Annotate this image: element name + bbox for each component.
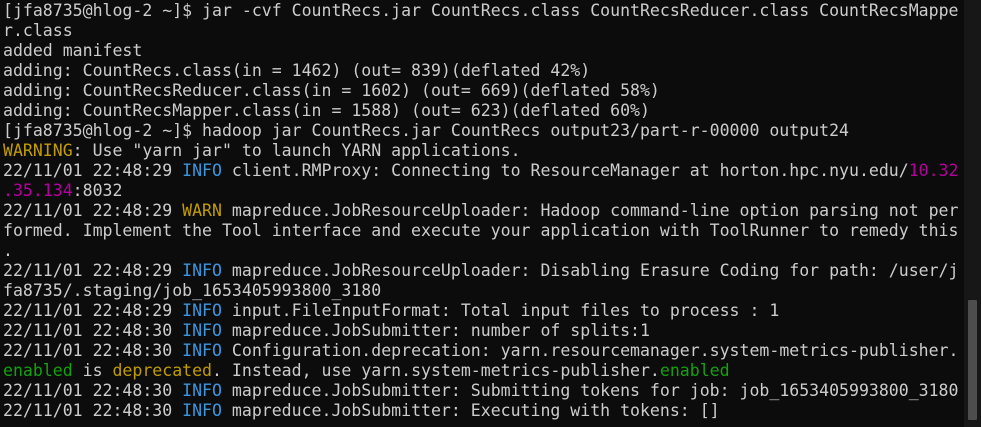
- highlighted-token: INFO: [182, 341, 222, 360]
- highlighted-token: WARN: [182, 201, 222, 220]
- output-text: [jfa8735@hlog-2 ~]$ jar: [3, 1, 242, 20]
- output-text: client.RMProxy: Connecting to ResourceMa…: [221, 161, 909, 180]
- terminal-line: [jfa8735@hlog-2 ~]$ hadoop jar CountRecs…: [3, 121, 965, 141]
- output-text: 22/11/01 22:48:30: [3, 401, 183, 420]
- terminal-line: r.class: [3, 21, 965, 41]
- output-text: 22/11/01 22:48:30: [3, 321, 183, 340]
- vertical-scrollbar[interactable]: [964, 0, 981, 427]
- highlighted-token: 10.32: [908, 161, 959, 180]
- output-text: :8032: [72, 181, 123, 200]
- output-text: . Instead, use yarn.system-metrics-publi…: [212, 361, 660, 380]
- highlighted-token: .35.134: [3, 181, 73, 200]
- output-text: 22/11/01 22:48:29: [3, 201, 183, 220]
- output-text: is: [72, 361, 113, 380]
- terminal-line: [jfa8735@hlog-2 ~]$ jar -cvf CountRecs.j…: [3, 1, 965, 21]
- output-text: fa8735/.staging/job_1653405993800_3180: [3, 281, 382, 300]
- output-text: adding: CountRecsMapper.class(in = 1588)…: [3, 101, 650, 120]
- highlighted-token: INFO: [182, 301, 222, 320]
- highlighted-token: deprecated: [112, 361, 213, 380]
- output-text: 22/11/01 22:48:29: [3, 261, 183, 280]
- output-text: -cvf: [241, 1, 282, 20]
- output-text: mapreduce.JobSubmitter: Executing with t…: [221, 401, 720, 420]
- terminal-line: .: [3, 241, 965, 261]
- terminal-line: 22/11/01 22:48:30 INFO mapreduce.JobSubm…: [3, 321, 965, 341]
- terminal-line: adding: CountRecs.class(in = 1462) (out=…: [3, 61, 965, 81]
- terminal-line: added manifest: [3, 41, 965, 61]
- output-text: [jfa8735@hlog-2 ~]$ hadoop jar CountRecs…: [3, 121, 849, 140]
- output-text: : Use "yarn jar" to launch YARN applicat…: [72, 141, 521, 160]
- highlighted-token: INFO: [182, 161, 222, 180]
- highlighted-token: INFO: [182, 401, 222, 420]
- output-text: CountRecs.jar CountRecs.class CountRecsR…: [281, 1, 959, 20]
- output-text: adding: CountRecsReducer.class(in = 1602…: [3, 81, 660, 100]
- terminal-line: 22/11/01 22:48:29 INFO client.RMProxy: C…: [3, 161, 965, 181]
- output-text: mapreduce.JobResourceUploader: Hadoop co…: [221, 201, 959, 220]
- terminal-line: 22/11/01 22:48:30 INFO Configuration.dep…: [3, 341, 965, 361]
- output-text: 22/11/01 22:48:29: [3, 161, 183, 180]
- terminal-line: fa8735/.staging/job_1653405993800_3180: [3, 281, 965, 301]
- output-text: mapreduce.JobSubmitter: Submitting token…: [221, 381, 959, 400]
- output-text: mapreduce.JobSubmitter: number of splits…: [221, 321, 650, 340]
- highlighted-token: INFO: [182, 321, 222, 340]
- terminal-output[interactable]: [jfa8735@hlog-2 ~]$ jar -cvf CountRecs.j…: [3, 1, 965, 427]
- terminal-window[interactable]: [jfa8735@hlog-2 ~]$ jar -cvf CountRecs.j…: [0, 0, 981, 427]
- highlighted-token: INFO: [182, 261, 222, 280]
- output-text: adding: CountRecs.class(in = 1462) (out=…: [3, 61, 591, 80]
- scrollbar-thumb[interactable]: [968, 300, 977, 420]
- terminal-line: 22/11/01 22:48:29 INFO mapreduce.JobReso…: [3, 261, 965, 281]
- terminal-line: 22/11/01 22:48:30 INFO mapreduce.JobSubm…: [3, 381, 965, 401]
- highlighted-token: WARNING: [3, 141, 73, 160]
- output-text: formed. Implement the Tool interface and…: [3, 221, 959, 240]
- highlighted-token: enabled: [3, 361, 73, 380]
- highlighted-token: INFO: [182, 381, 222, 400]
- terminal-line: formed. Implement the Tool interface and…: [3, 221, 965, 241]
- terminal-line: enabled is deprecated. Instead, use yarn…: [3, 361, 965, 381]
- output-text: mapreduce.JobResourceUploader: Disabling…: [221, 261, 959, 280]
- terminal-line: adding: CountRecsMapper.class(in = 1588)…: [3, 101, 965, 121]
- terminal-line: WARNING: Use "yarn jar" to launch YARN a…: [3, 141, 965, 161]
- terminal-line: 22/11/01 22:48:29 WARN mapreduce.JobReso…: [3, 201, 965, 221]
- output-text: added manifest: [3, 41, 143, 60]
- terminal-line: 22/11/01 22:48:30 INFO mapreduce.JobSubm…: [3, 401, 965, 421]
- highlighted-token: enabled: [659, 361, 730, 380]
- terminal-line: 22/11/01 22:48:29 INFO input.FileInputFo…: [3, 301, 965, 321]
- output-text: .: [3, 241, 13, 260]
- terminal-line: .35.134:8032: [3, 181, 965, 201]
- output-text: 22/11/01 22:48:29: [3, 301, 183, 320]
- output-text: 22/11/01 22:48:30: [3, 381, 183, 400]
- output-text: Configuration.deprecation: yarn.resource…: [221, 341, 959, 360]
- output-text: 22/11/01 22:48:30: [3, 341, 183, 360]
- output-text: input.FileInputFormat: Total input files…: [221, 301, 780, 320]
- output-text: r.class: [3, 21, 73, 40]
- terminal-line: adding: CountRecsReducer.class(in = 1602…: [3, 81, 965, 101]
